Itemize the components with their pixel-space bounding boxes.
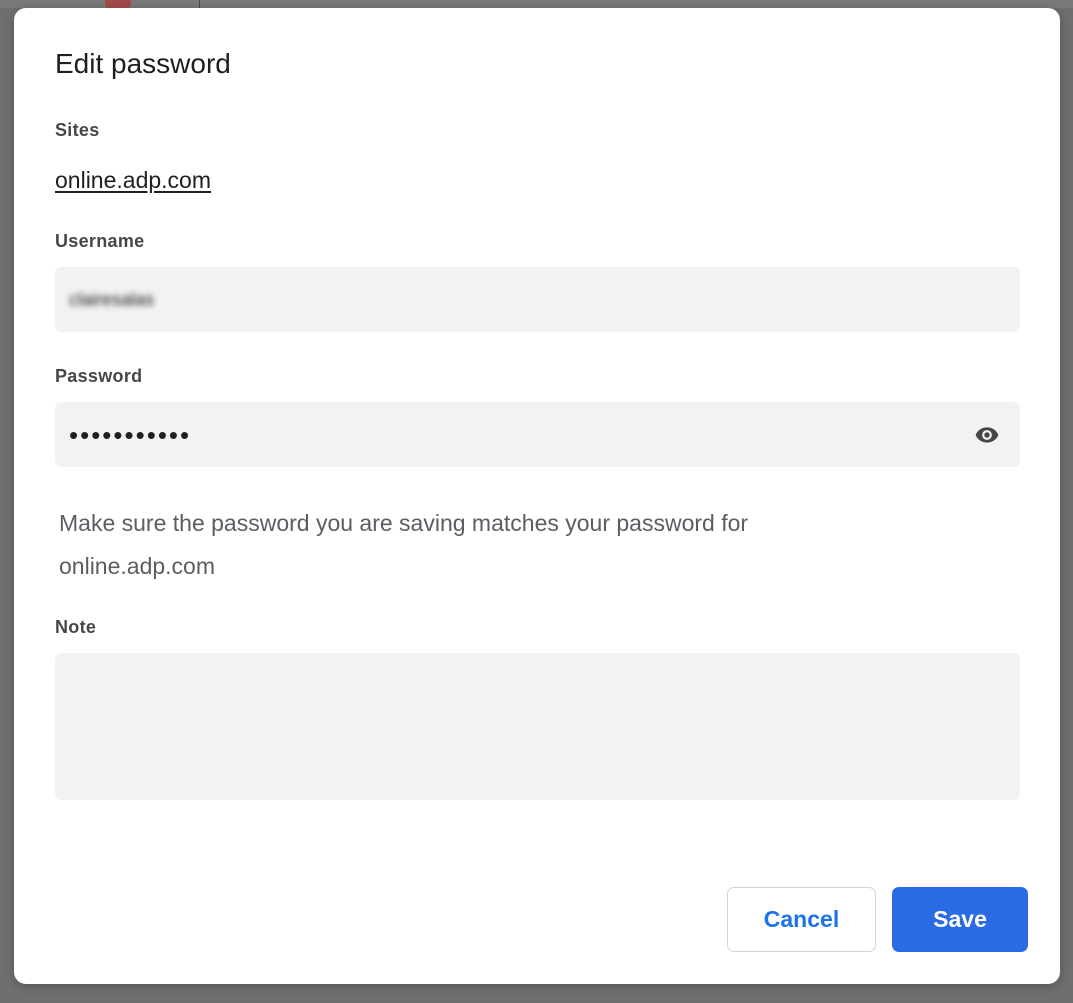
password-field[interactable]: ••••••••••• [55, 402, 1020, 467]
username-label: Username [55, 231, 145, 251]
dialog-title: Edit password [55, 48, 231, 79]
help-text-line-2: online.adp.com [59, 553, 215, 579]
save-button[interactable]: Save [892, 887, 1028, 952]
eye-icon [975, 426, 999, 443]
site-link[interactable]: online.adp.com [55, 165, 211, 195]
background-page-strip [0, 0, 1073, 8]
show-password-button[interactable] [970, 418, 1004, 452]
note-label: Note [55, 617, 97, 637]
help-text-line-1: Make sure the password you are saving ma… [59, 510, 749, 536]
password-label: Password [55, 366, 143, 386]
cancel-button[interactable]: Cancel [727, 887, 876, 952]
background-divider [199, 0, 200, 8]
password-help-text: Make sure the password you are saving ma… [59, 502, 959, 588]
note-textarea[interactable] [55, 653, 1020, 800]
sites-label: Sites [55, 120, 100, 140]
password-value: ••••••••••• [69, 419, 192, 450]
background-logo [105, 0, 131, 8]
username-value: clairesalas [69, 289, 155, 309]
edit-password-dialog: Edit password Sites online.adp.com Usern… [14, 8, 1060, 984]
username-field[interactable]: clairesalas [55, 267, 1020, 332]
